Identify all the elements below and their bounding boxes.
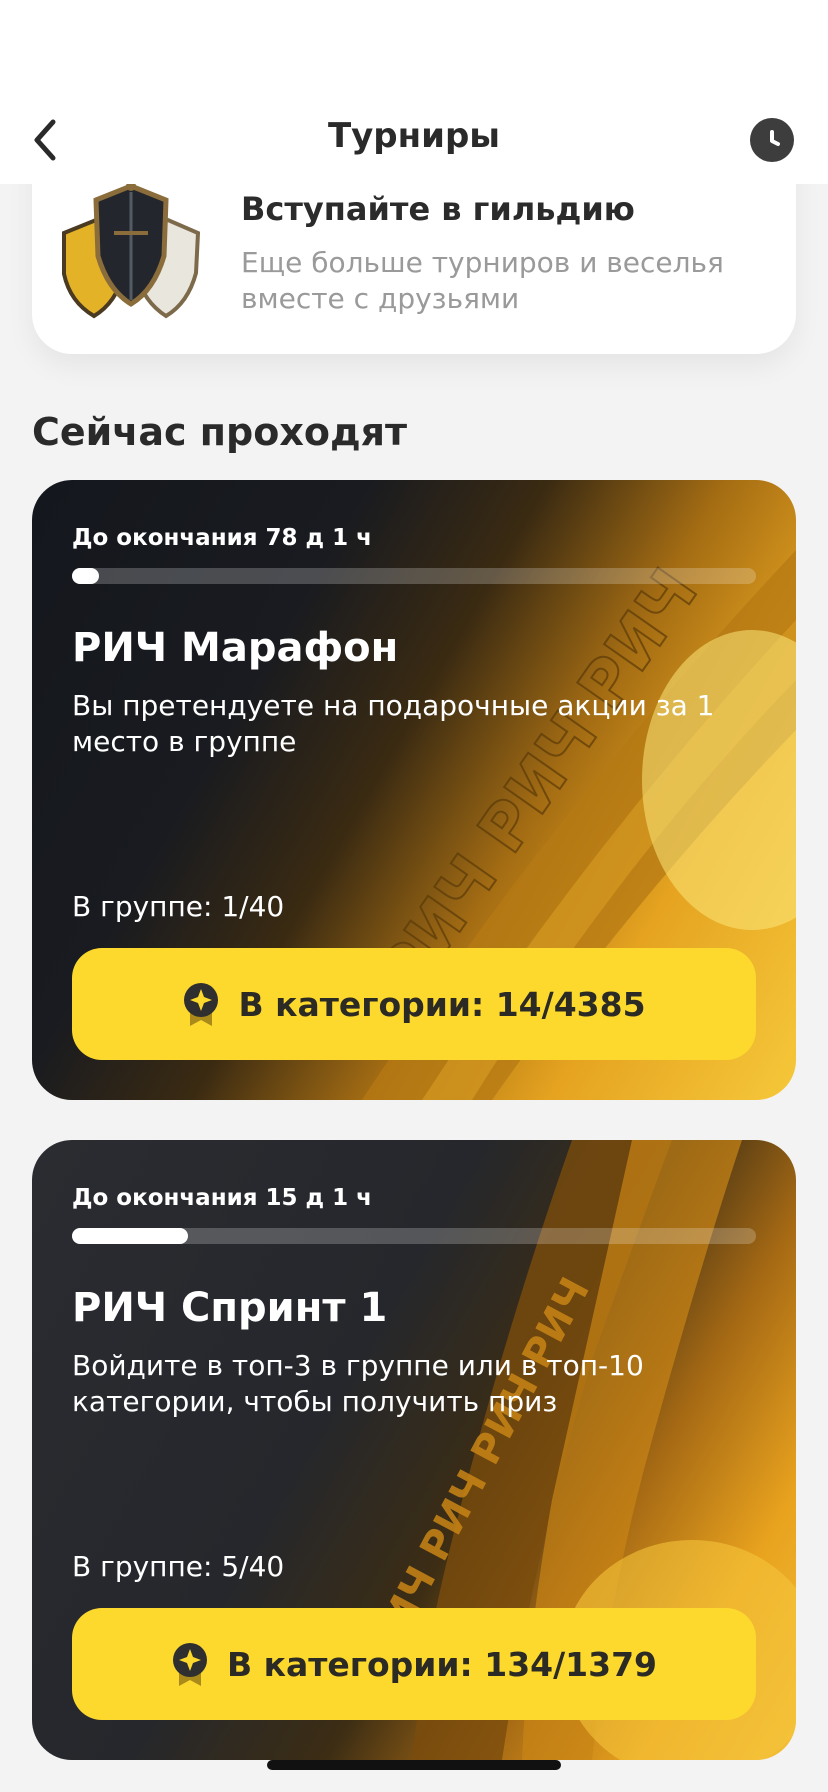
clock-icon [770,130,780,146]
progress-bar [72,568,756,584]
category-rank-label: В категории: 134/1379 [226,1644,658,1684]
history-button[interactable] [750,118,794,162]
medal-icon [172,1643,207,1686]
scroll-content[interactable]: Вступайте в гильдию Еще больше турниров … [0,0,828,1792]
progress-bar [72,1228,756,1244]
tournament-card[interactable]: РИЧ РИЧ РИЧ РИЧ До окончания 15 д 1 ч РИ… [32,1140,796,1760]
category-rank-button[interactable]: В категории: 14/4385 [72,948,756,1060]
navigation-bar: Турниры [0,0,828,184]
tournament-title: РИЧ Спринт 1 [72,1285,388,1331]
guild-title: Вступайте в гильдию [241,190,635,228]
guild-subtitle: Еще больше турниров и веселья вместе с д… [241,246,724,315]
tournament-description: Войдите в топ-3 в группе или в топ-10 ка… [72,1349,644,1418]
medal-icon [184,983,219,1026]
category-rank-label: В категории: 14/4385 [238,984,646,1024]
group-rank: В группе: 5/40 [72,1550,285,1583]
category-rank-button[interactable]: В категории: 134/1379 [72,1608,756,1720]
tournament-description: Вы претендуете на подарочные акции за 1 … [72,689,715,758]
countdown-text: До окончания 78 д 1 ч [72,525,372,551]
progress-fill [72,1228,189,1244]
tournament-card[interactable]: РИЧ РИЧ РИЧ До окончания 78 д 1 ч РИЧ Ма… [32,480,796,1100]
guild-shields-icon [62,181,201,319]
home-indicator [267,1760,561,1770]
tournament-title: РИЧ Марафон [72,625,399,671]
group-rank: В группе: 1/40 [72,890,285,923]
progress-fill [72,568,100,584]
page-title: Турниры [327,116,501,156]
countdown-text: До окончания 15 д 1 ч [72,1185,372,1211]
section-title: Сейчас проходят [32,410,408,454]
